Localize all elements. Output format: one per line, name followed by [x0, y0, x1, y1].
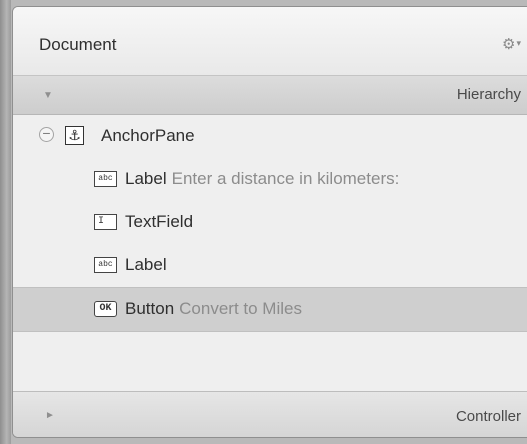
tree-item-type: Label — [125, 255, 167, 274]
triangle-right-icon[interactable]: ► — [45, 410, 55, 421]
tree-row-label-2[interactable]: abc Label — [13, 244, 527, 287]
controller-section-header[interactable]: ► Controller — [13, 391, 527, 437]
tree-row-textfield[interactable]: I TextField — [13, 201, 527, 244]
textfield-icon: I — [94, 214, 117, 230]
hierarchy-tree: − ⚓ AnchorPane abc Label Enter a distance… — [13, 115, 527, 332]
gear-icon[interactable]: ⚙▾ — [502, 35, 521, 53]
tree-row-label-1[interactable]: abc Label Enter a distance in kilometers: — [13, 158, 527, 201]
tree-item-type: Button — [125, 299, 175, 318]
window-edge — [0, 0, 11, 444]
tree-item-text: TextField — [125, 212, 193, 232]
tree-item-text: Label Enter a distance in kilometers: — [125, 169, 399, 189]
tree-item-text: Button Convert to Miles — [125, 299, 302, 319]
chevron-down-icon: ▾ — [516, 38, 521, 48]
tree-row-button[interactable]: OK Button Convert to Miles — [13, 287, 527, 332]
document-title: Document — [39, 35, 117, 54]
document-header: Document ⚙▾ — [13, 7, 527, 76]
tree-item-type: TextField — [125, 212, 194, 231]
label-icon: abc — [94, 257, 117, 273]
anchor-icon: ⚓ — [65, 126, 84, 145]
controller-label: Controller — [455, 408, 521, 425]
triangle-down-icon[interactable]: ▼ — [43, 90, 53, 101]
hierarchy-section-header[interactable]: ▼ Hierarchy — [13, 76, 527, 115]
tree-item-type: Label — [125, 169, 167, 188]
tree-item-detail: Convert to Miles — [179, 299, 302, 318]
tree-item-text: Label — [125, 255, 167, 275]
tree-root-label: AnchorPane — [101, 126, 195, 145]
hierarchy-label: Hierarchy — [456, 86, 521, 103]
tree-row-anchorpane[interactable]: − ⚓ AnchorPane — [13, 115, 527, 158]
document-panel: Document ⚙▾ ▼ Hierarchy − ⚓ AnchorPane a… — [12, 6, 527, 438]
tree-item-detail: Enter a distance in kilometers: — [171, 169, 400, 188]
collapse-icon[interactable]: − — [39, 126, 54, 142]
tree-empty-area — [13, 357, 527, 391]
button-icon: OK — [94, 301, 117, 317]
label-icon: abc — [94, 171, 117, 187]
